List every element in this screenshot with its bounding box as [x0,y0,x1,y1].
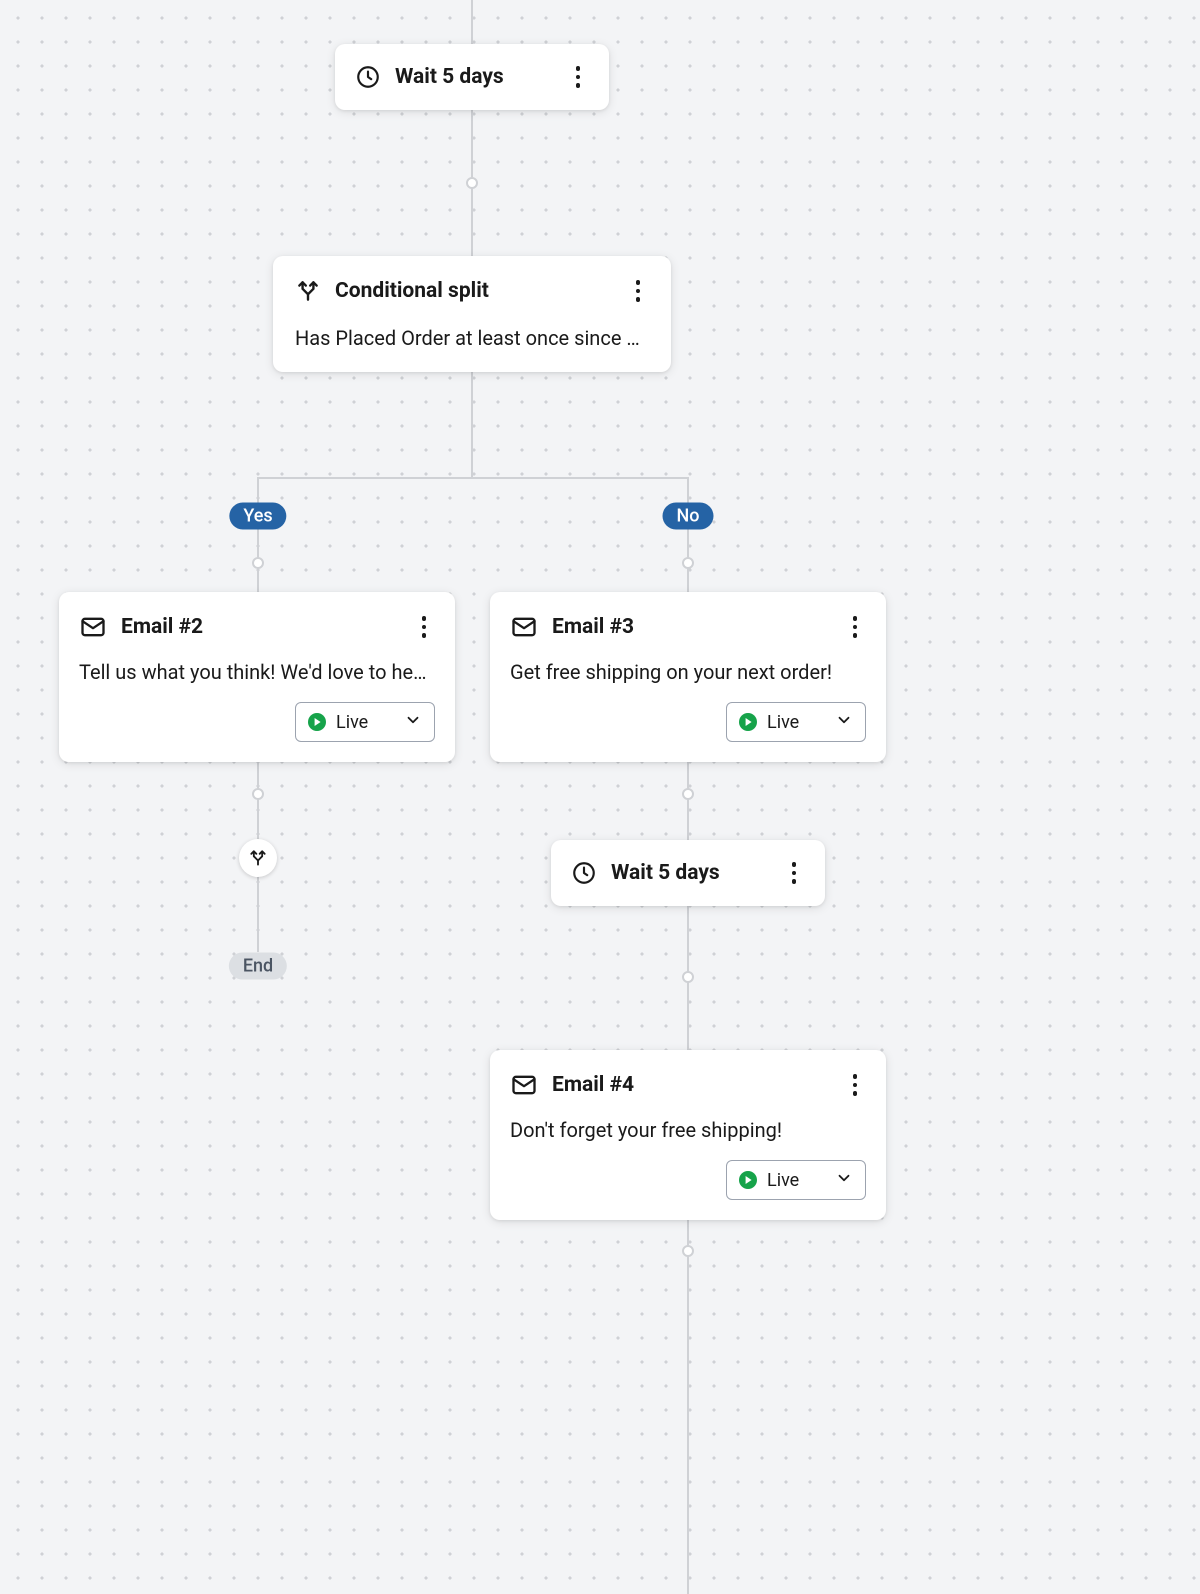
status-dropdown[interactable]: Live [726,1160,866,1200]
connector [257,478,259,593]
branch-yes-pill: Yes [229,503,286,530]
connector-node [682,557,694,569]
status-label: Live [767,1170,825,1191]
email-node-subject: Tell us what you think! We'd love to hea… [79,660,435,684]
connector [687,478,689,593]
node-menu-button[interactable] [783,858,805,888]
connector-node [466,177,478,189]
email-node-title: Email #4 [552,1073,844,1097]
connector-node [682,788,694,800]
status-dropdown[interactable]: Live [295,702,435,742]
wait-node-title: Wait 5 days [611,861,783,885]
wait-node[interactable]: Wait 5 days [335,44,609,110]
status-label: Live [336,712,394,733]
connector-node [252,557,264,569]
email-node-subject: Get free shipping on your next order! [510,660,866,684]
chevron-down-icon [404,711,422,733]
clock-icon [571,860,597,886]
split-icon [295,278,321,304]
clock-icon [355,64,381,90]
end-node: End [229,953,287,980]
node-menu-button[interactable] [844,612,866,642]
email-node-title: Email #3 [552,615,844,639]
split-icon [248,848,268,868]
status-label: Live [767,712,825,733]
node-menu-button[interactable] [627,276,649,306]
connector [257,477,689,479]
node-menu-button[interactable] [844,1070,866,1100]
chevron-down-icon [835,711,853,733]
connector [471,362,473,479]
connector-node [682,1245,694,1257]
chevron-down-icon [835,1169,853,1191]
conditional-split-node[interactable]: Conditional split Has Placed Order at le… [273,256,671,372]
node-menu-button[interactable] [413,612,435,642]
email-node[interactable]: Email #3 Get free shipping on your next … [490,592,886,762]
wait-node[interactable]: Wait 5 days [551,840,825,906]
mail-icon [510,1071,538,1099]
email-node-title: Email #2 [121,615,413,639]
node-menu-button[interactable] [567,62,589,92]
email-node[interactable]: Email #2 Tell us what you think! We'd lo… [59,592,455,762]
email-node[interactable]: Email #4 Don't forget your free shipping… [490,1050,886,1220]
play-icon [739,1171,757,1189]
play-icon [739,713,757,731]
status-dropdown[interactable]: Live [726,702,866,742]
connector [471,0,473,46]
email-node-subject: Don't forget your free shipping! [510,1118,866,1142]
mail-icon [79,613,107,641]
mail-icon [510,613,538,641]
connector-node [682,971,694,983]
conditional-split-title: Conditional split [335,279,627,303]
play-icon [308,713,326,731]
conditional-split-description: Has Placed Order at least once since sta… [295,326,649,350]
flow-canvas[interactable]: Yes No Wait 5 days Conditional split Has… [0,0,1200,1594]
connector-node [252,788,264,800]
connector [687,1214,689,1594]
branch-no-pill: No [663,503,714,530]
loop-back-node[interactable] [239,839,277,877]
wait-node-title: Wait 5 days [395,65,567,89]
